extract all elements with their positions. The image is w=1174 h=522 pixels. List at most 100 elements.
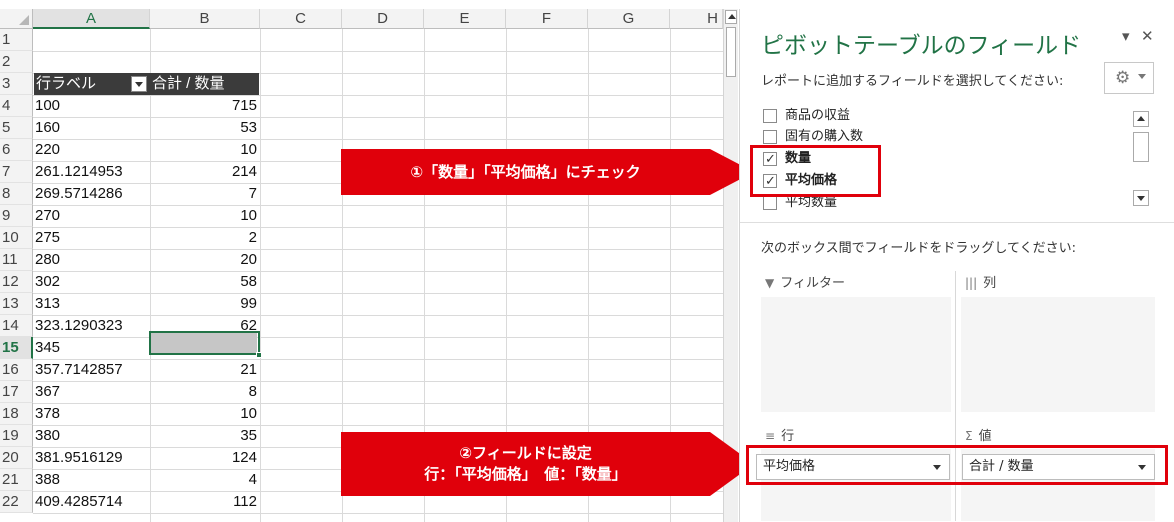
field-list-scroll-thumb[interactable] xyxy=(1133,132,1149,162)
chevron-up-icon[interactable] xyxy=(1133,111,1149,127)
column-header-c[interactable]: C xyxy=(260,9,342,29)
cell-a[interactable]: 280 xyxy=(35,249,149,271)
values-area-header: Σ値 xyxy=(965,426,992,446)
chevron-down-icon[interactable] xyxy=(1133,190,1149,206)
cell-a[interactable]: 357.7142857 xyxy=(35,359,149,381)
filter-area-header: ▼ フィルター xyxy=(765,273,845,293)
active-cell-b15[interactable] xyxy=(149,331,260,355)
scroll-thumb[interactable] xyxy=(726,27,736,77)
callout-set-fields: ②フィールドに設定 行：「平均価格」 値：「数量」 xyxy=(341,432,710,496)
row-header-7[interactable]: 7 xyxy=(0,161,33,183)
row-header-21[interactable]: 21 xyxy=(0,469,33,491)
cell-b[interactable]: 58 xyxy=(150,271,257,293)
cell-a[interactable]: 100 xyxy=(35,95,149,117)
sigma-icon: Σ xyxy=(965,429,973,443)
row-header-5[interactable]: 5 xyxy=(0,117,33,139)
cell-b[interactable]: 2 xyxy=(150,227,257,249)
cell-b[interactable]: 10 xyxy=(150,139,257,161)
cell-b[interactable]: 7 xyxy=(150,183,257,205)
columns-icon: ||| xyxy=(965,276,978,290)
row-header-6[interactable]: 6 xyxy=(0,139,33,161)
cell-b[interactable]: 715 xyxy=(150,95,257,117)
cell-a[interactable]: 220 xyxy=(35,139,149,161)
chevron-down-icon xyxy=(1138,74,1146,79)
cell-b[interactable]: 53 xyxy=(150,117,257,139)
cell-b[interactable]: 214 xyxy=(150,161,257,183)
row-header-3[interactable]: 3 xyxy=(0,73,33,95)
row-header-11[interactable]: 11 xyxy=(0,249,33,271)
cell-a[interactable]: 345 xyxy=(35,337,149,359)
row-header-8[interactable]: 8 xyxy=(0,183,33,205)
row-header-16[interactable]: 16 xyxy=(0,359,33,381)
drag-instruction: 次のボックス間でフィールドをドラッグしてください: xyxy=(761,241,1076,256)
callout-check-fields: ①「数量」「平均価格」にチェック xyxy=(341,149,710,195)
row-label-text: 行ラベル xyxy=(36,75,97,92)
row-header-15[interactable]: 15 xyxy=(0,337,33,359)
cell-b[interactable]: 10 xyxy=(150,205,257,227)
highlight-checked-fields xyxy=(750,145,881,197)
callout-2-line-1: ②フィールドに設定 xyxy=(459,444,592,462)
row-header-13[interactable]: 13 xyxy=(0,293,33,315)
select-all-corner[interactable] xyxy=(0,9,33,29)
row-header-1[interactable]: 1 xyxy=(0,29,33,51)
row-header-14[interactable]: 14 xyxy=(0,315,33,337)
row-header-9[interactable]: 9 xyxy=(0,205,33,227)
column-header-d[interactable]: D xyxy=(342,9,424,29)
cell-a[interactable]: 270 xyxy=(35,205,149,227)
pane-options-chevron-icon[interactable]: ▾ xyxy=(1122,27,1130,45)
cell-a[interactable]: 261.1214953 xyxy=(35,161,149,183)
filter-area-label: フィルター xyxy=(780,276,845,291)
cell-a[interactable]: 388 xyxy=(35,469,149,491)
column-header-a[interactable]: A xyxy=(33,9,150,29)
row-header-17[interactable]: 17 xyxy=(0,381,33,403)
cell-a[interactable]: 275 xyxy=(35,227,149,249)
cell-a[interactable]: 313 xyxy=(35,293,149,315)
cell-a[interactable]: 302 xyxy=(35,271,149,293)
column-header-g[interactable]: G xyxy=(588,9,670,29)
cell-a[interactable]: 367 xyxy=(35,381,149,403)
cell-a[interactable]: 380 xyxy=(35,425,149,447)
cell-b[interactable]: 124 xyxy=(150,447,257,469)
tools-button[interactable]: ⚙ xyxy=(1104,62,1154,94)
cell-b[interactable]: 10 xyxy=(150,403,257,425)
row-header-2[interactable]: 2 xyxy=(0,51,33,73)
field-list-scrollbar[interactable] xyxy=(1132,108,1150,216)
row-header-19[interactable]: 19 xyxy=(0,425,33,447)
scroll-up-arrow-icon[interactable] xyxy=(725,10,737,24)
cell-a[interactable]: 323.1290323 xyxy=(35,315,149,337)
rows-area-header: ≡ 行 xyxy=(765,426,794,446)
field-checkbox[interactable] xyxy=(763,196,777,210)
cell-a[interactable]: 378 xyxy=(35,403,149,425)
row-header-12[interactable]: 12 xyxy=(0,271,33,293)
cell-b[interactable]: 21 xyxy=(150,359,257,381)
cell-b[interactable]: 112 xyxy=(150,491,257,513)
cell-a[interactable]: 409.4285714 xyxy=(35,491,149,513)
cell-b[interactable]: 35 xyxy=(150,425,257,447)
row-header-10[interactable]: 10 xyxy=(0,227,33,249)
close-icon[interactable]: ✕ xyxy=(1141,27,1154,45)
row-label-filter-dropdown[interactable] xyxy=(131,76,147,92)
gear-icon: ⚙ xyxy=(1115,68,1131,88)
column-header-f[interactable]: F xyxy=(506,9,588,29)
field-checkbox[interactable] xyxy=(763,130,777,144)
cell-b[interactable]: 8 xyxy=(150,381,257,403)
pivot-value-header[interactable]: 合計 / 数量 xyxy=(150,73,259,95)
column-header-b[interactable]: B xyxy=(150,9,260,29)
field-label: 固有の購入数 xyxy=(785,129,864,144)
field-checkbox[interactable] xyxy=(763,109,777,123)
cell-b[interactable]: 4 xyxy=(150,469,257,491)
filter-drop-zone[interactable] xyxy=(761,297,951,412)
column-header-h[interactable]: H xyxy=(670,9,723,29)
column-header-e[interactable]: E xyxy=(424,9,506,29)
row-header-4[interactable]: 4 xyxy=(0,95,33,117)
cell-b[interactable]: 99 xyxy=(150,293,257,315)
row-header-20[interactable]: 20 xyxy=(0,447,33,469)
cell-a[interactable]: 381.9516129 xyxy=(35,447,149,469)
row-header-18[interactable]: 18 xyxy=(0,403,33,425)
cell-a[interactable]: 269.5714286 xyxy=(35,183,149,205)
cell-b[interactable]: 20 xyxy=(150,249,257,271)
row-header-22[interactable]: 22 xyxy=(0,491,33,513)
columns-drop-zone[interactable] xyxy=(961,297,1155,412)
cell-a[interactable]: 160 xyxy=(35,117,149,139)
fill-handle[interactable] xyxy=(256,352,262,358)
